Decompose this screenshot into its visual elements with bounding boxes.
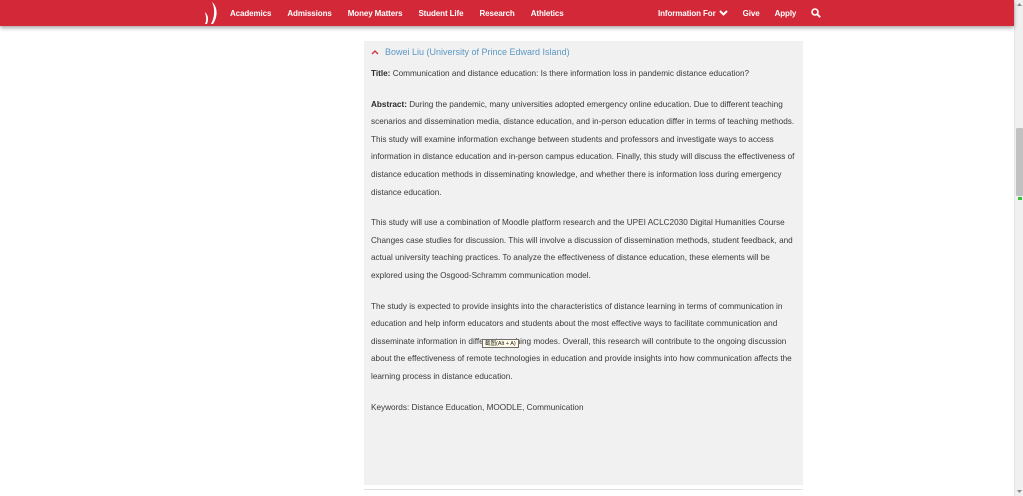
nav-item-research[interactable]: Research: [479, 9, 514, 18]
abstract-paragraph: Abstract: During the pandemic, many univ…: [371, 96, 795, 202]
abstract-label: Abstract:: [371, 99, 407, 109]
title-paragraph: Title: Communication and distance educat…: [371, 65, 795, 83]
top-navigation-bar: Academics Admissions Money Matters Stude…: [0, 0, 1014, 26]
screenshot-tooltip: 截图(Alt + A): [482, 339, 519, 348]
secondary-nav: Information For Give Apply: [658, 0, 822, 26]
nav-item-admissions[interactable]: Admissions: [287, 9, 331, 18]
scroll-marker: [1018, 197, 1022, 200]
nav-item-give[interactable]: Give: [743, 9, 760, 18]
nav-item-academics[interactable]: Academics: [230, 9, 271, 18]
scroll-up-arrow-icon[interactable]: [1016, 1, 1023, 8]
search-icon[interactable]: [811, 8, 822, 18]
chevron-down-icon: [718, 10, 728, 16]
title-text: Communication and distance education: Is…: [392, 69, 750, 78]
primary-nav: Academics Admissions Money Matters Stude…: [230, 0, 580, 26]
accordion-header[interactable]: Bowei Liu (University of Prince Edward I…: [371, 46, 795, 58]
chevron-up-icon: [371, 50, 379, 55]
scrollbar-thumb[interactable]: [1016, 128, 1023, 196]
accordion-panel: Bowei Liu (University of Prince Edward I…: [364, 41, 803, 485]
nav-item-student-life[interactable]: Student Life: [418, 9, 463, 18]
bottom-divider: [364, 489, 803, 490]
accordion-title: Bowei Liu (University of Prince Edward I…: [385, 47, 570, 57]
nav-item-athletics[interactable]: Athletics: [531, 9, 564, 18]
sail-logo-icon[interactable]: [199, 1, 223, 25]
vertical-scrollbar[interactable]: [1014, 0, 1023, 496]
conclusion-paragraph: The study is expected to provide insight…: [371, 301, 792, 381]
information-for-dropdown[interactable]: Information For: [658, 9, 728, 18]
nav-item-money-matters[interactable]: Money Matters: [348, 9, 403, 18]
methods-paragraph: This study will use a combination of Moo…: [371, 218, 793, 280]
abstract-text: During the pandemic, many universities a…: [371, 99, 795, 197]
scroll-down-arrow-icon[interactable]: [1016, 488, 1023, 495]
nav-item-apply[interactable]: Apply: [775, 9, 797, 18]
title-label: Title:: [371, 69, 391, 78]
information-for-label: Information For: [658, 8, 716, 18]
keywords-paragraph: Keywords: Distance Education, MOODLE, Co…: [371, 402, 584, 412]
